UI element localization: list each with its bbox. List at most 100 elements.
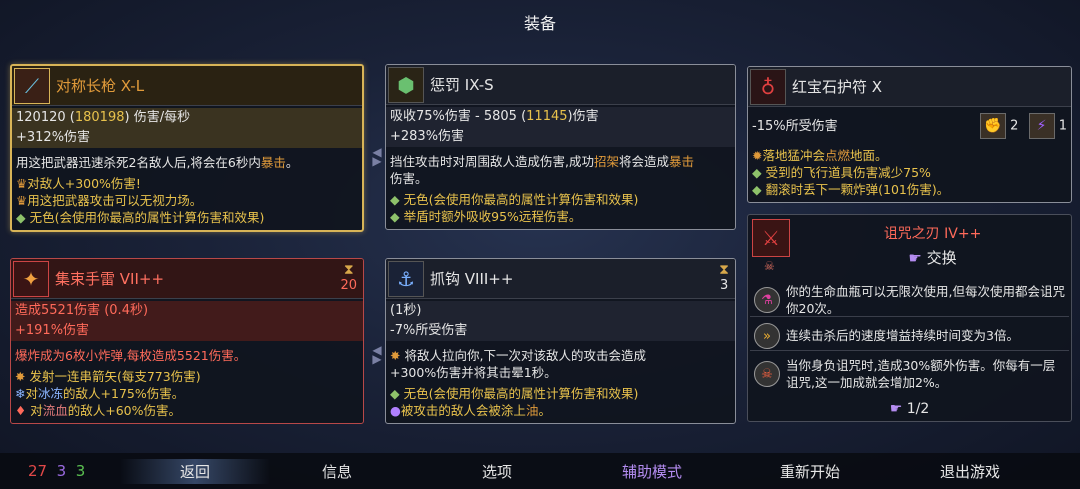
desc-text: 挡住攻击时对周围敌人造成伤害,成功 — [390, 154, 594, 169]
desc-text: 将敌人拉向你,下一次对该敌人的攻击会造成 — [404, 348, 646, 363]
cooldown: ⧗ 3 — [719, 262, 729, 293]
affix-2: 对 — [25, 386, 38, 401]
survival-count: 3 — [75, 462, 86, 480]
stat-row: -15%所受伤害 ✊ 2 ⚡ 1 — [748, 113, 1071, 139]
affix-2-end: 的敌人+175%伤害。 — [63, 386, 185, 401]
item-description: 用这把武器迅速杀死2名敌人后,将会在6秒内暴击。 ♛对敌人+300%伤害! ♛用… — [16, 154, 358, 226]
stat-value: 吸收75%伤害 - 5805 — [390, 109, 517, 124]
dps-value: 120120 — [16, 110, 66, 125]
oil-icon: ● — [390, 403, 401, 418]
swap-button[interactable]: ☛ 交换 — [794, 247, 1071, 268]
weapon-slot-primary[interactable]: ⟋ 对称长枪 X-L 120120 (180198) 伤害/每秒 +312%伤害… — [10, 64, 364, 232]
affix-1: 发射一连串箭矢(每支773伤害) — [29, 369, 201, 384]
arrow-burst-icon: ✸ — [15, 369, 26, 384]
hand-icon: ☛ — [908, 249, 922, 267]
parry-keyword: 招架 — [593, 154, 619, 169]
item-name: 对称长枪 X-L — [56, 77, 145, 95]
blood-icon: ♦ — [15, 403, 27, 418]
scroll-count-1: 2 — [1010, 118, 1019, 134]
frost-icon: ❄ — [15, 386, 26, 401]
crown-icon: ♛ — [16, 176, 28, 191]
pickup-item-panel[interactable]: ⚔ ☠ 诅咒之刃 IV++ ☛ 交换 ⚗ 你的生命血瓶可以无限次使用,但每次使用… — [747, 214, 1072, 422]
effect-text: 你的生命血瓶可以无限次使用,但每次使用都会诅咒你20次。 — [786, 284, 1065, 316]
affix-3-end: 的敌人+60%伤害。 — [67, 403, 181, 418]
assist-mode-button[interactable]: 辅助模式 — [622, 461, 682, 482]
dps-row: 120120 (180198) 伤害/每秒 — [12, 108, 362, 128]
cooldown-value: 3 — [719, 278, 729, 293]
hook-icon: ⚓ — [388, 261, 424, 297]
freeze-keyword: 冰冻 — [38, 386, 64, 401]
affix-3: 对 — [30, 403, 43, 418]
dps-max: 180198 — [74, 110, 125, 125]
flask-icon: ⚗ — [754, 287, 780, 313]
diamond-icon: ◆ — [390, 386, 400, 401]
quit-button[interactable]: 退出游戏 — [940, 461, 1000, 482]
card-header: ✦ 集束手雷 VII++ ⧗ 20 — [11, 259, 363, 299]
pull-icon: ✸ — [390, 348, 401, 363]
affix-2: 被攻击的敌人会被涂上 — [400, 403, 526, 418]
stat-row: (1秒) — [386, 301, 735, 321]
affix-1: 落地猛冲会 — [762, 148, 825, 163]
effect-text: 连续击杀后的速度增益持续时间变为3倍。 — [786, 328, 1019, 343]
stat-max: 11145 — [526, 109, 568, 124]
item-description: ✹落地猛冲会点燃地面。 ◆ 受到的飞行道具伤害减少75% ◆ 翻滚时丢下一颗炸弹… — [752, 147, 1067, 198]
affix-3: 无色(会使用你最高的属性计算伤害和效果) — [29, 210, 265, 225]
affix-2: 举盾时额外吸收95%远程伤害。 — [403, 209, 582, 224]
item-name: 诅咒之刃 IV++ — [883, 226, 982, 242]
affix-1: 对敌人+300%伤害! — [27, 176, 141, 191]
weapon-slot-secondary[interactable]: ⬢ 惩罚 IX-S 吸收75%伤害 - 5805 (11145)伤害 +283%… — [385, 64, 736, 230]
bonus-row: +283%伤害 — [386, 127, 735, 147]
diamond-icon: ◆ — [390, 209, 400, 224]
skull-curse-icon: ☠ — [754, 361, 780, 387]
desc-text: 爆炸成为6枚小炸弹,每枚造成5521伤害。 — [15, 348, 247, 363]
skill-slot-primary[interactable]: ✦ 集束手雷 VII++ ⧗ 20 造成5521伤害 (0.4秒) +191%伤害… — [10, 258, 364, 424]
stat-row: 造成5521伤害 (0.4秒) — [11, 301, 363, 321]
grenade-icon: ✦ — [13, 261, 49, 297]
oil-keyword: 油 — [525, 403, 539, 418]
page-value: 1/2 — [906, 401, 930, 417]
info-button[interactable]: 信息 — [322, 461, 352, 482]
item-name: 惩罚 IX-S — [430, 76, 494, 94]
back-button[interactable]: 返回 — [120, 459, 271, 484]
item-name: 集束手雷 VII++ — [55, 270, 165, 288]
bonus-row: -7%所受伤害 — [386, 321, 735, 341]
skill-slot-secondary[interactable]: ⚓ 抓钩 VIII++ ⧗ 3 (1秒) -7%所受伤害 ✸ 将敌人拉向你,下一次… — [385, 258, 736, 424]
shield-icon: ⬢ — [388, 67, 424, 103]
cooldown-value: 20 — [340, 278, 357, 293]
amulet-slot[interactable]: ♁ 红宝石护符 X -15%所受伤害 ✊ 2 ⚡ 1 ✹落地猛冲会点燃地面。 ◆… — [747, 66, 1072, 203]
item-name: 红宝石护符 X — [792, 78, 883, 96]
affix-1-end: 地面。 — [850, 148, 888, 163]
crit-keyword: 暴击 — [260, 155, 286, 170]
stat-counters: 27 3 3 — [28, 462, 85, 480]
curse-effect-1: ⚗ 你的生命血瓶可以无限次使用,但每次使用都会诅咒你20次。 — [750, 283, 1069, 317]
curse-effect-3: ☠ 当你身负诅咒时,造成30%额外伤害。你每有一层诅咒,这一加成就会增加2%。 — [750, 357, 1069, 395]
card-header: ⟋ 对称长枪 X-L — [12, 66, 362, 106]
diamond-icon: ◆ — [752, 165, 762, 180]
crown-icon: ♛ — [16, 193, 28, 208]
item-description: ✸ 将敌人拉向你,下一次对该敌人的攻击会造成 +300%伤害并将其击晕1秒。 ◆… — [390, 347, 731, 419]
burn-keyword: 点燃 — [825, 148, 851, 163]
affix-2-end: 。 — [538, 403, 551, 418]
affix-2: 受到的飞行道具伤害减少75% — [765, 165, 931, 180]
affix-1: 无色(会使用你最高的属性计算伤害和效果) — [403, 192, 639, 207]
amulet-icon: ♁ — [750, 69, 786, 105]
card-header: ♁ 红宝石护符 X — [748, 67, 1071, 107]
page-indicator[interactable]: ☛ 1/2 — [748, 401, 1071, 417]
card-header: ⚓ 抓钩 VIII++ ⧗ 3 — [386, 259, 735, 299]
spear-icon: ⟋ — [14, 68, 50, 104]
stat-value: -15%所受伤害 — [752, 119, 838, 134]
scroll-brutality-icon: ✊ — [980, 113, 1007, 139]
scroll-count-2: 1 — [1058, 118, 1067, 134]
restart-button[interactable]: 重新开始 — [780, 461, 840, 482]
curse-effect-2: » 连续击杀后的速度增益持续时间变为3倍。 — [750, 321, 1069, 351]
skull-icon: ☠ — [764, 259, 775, 273]
hourglass-icon: ⧗ — [719, 262, 729, 278]
cursed-sword-icon: ⚔ — [752, 219, 790, 257]
options-button[interactable]: 选项 — [482, 461, 512, 482]
cooldown: ⧗ 20 — [340, 262, 357, 293]
dps-unit: 伤害/每秒 — [133, 110, 191, 125]
bottom-menu-bar: 27 3 3 返回 信息 选项 辅助模式 重新开始 退出游戏 — [0, 453, 1080, 489]
desc-text: 将会造成 — [619, 154, 670, 169]
desc-text-2: +300%伤害并将其击晕1秒。 — [390, 365, 557, 380]
effect-text: 当你身负诅咒时,造成30%额外伤害。你每有一层诅咒,这一加成就会增加2%。 — [786, 358, 1056, 390]
